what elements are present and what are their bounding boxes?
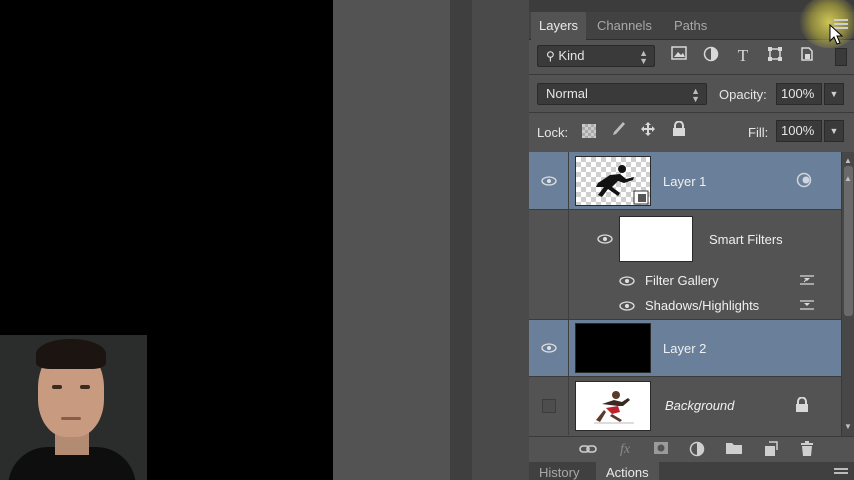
smart-filter-mask-thumbnail [619, 216, 693, 262]
layer-row-layer-1[interactable]: Layer 1 [529, 152, 841, 210]
layer-1-thumbnail [575, 156, 651, 206]
panel-dock-gutter [472, 0, 529, 480]
shape-filter-icon[interactable] [765, 46, 785, 66]
presenter-eye [52, 385, 62, 389]
visibility-column [529, 210, 569, 268]
visibility-column [529, 377, 569, 435]
filter-kind-select[interactable]: ⚲ Kind ▲ ▼ [537, 45, 655, 67]
layer-2-thumbnail [575, 323, 651, 373]
history-actions-tabs: History Actions [529, 462, 854, 480]
shadows-highlights-row[interactable]: Shadows/Highlights [529, 293, 841, 320]
workspace-edge [450, 0, 472, 480]
visibility-column [529, 268, 569, 293]
fill-dropdown[interactable]: ▼ [824, 120, 844, 142]
presenter-mouth [61, 417, 81, 420]
layers-panel: Layers Channels Paths ⚲ Kind ▲ ▼ T Norma… [529, 0, 854, 480]
lock-transparent-pixels-icon[interactable] [579, 121, 599, 141]
layer-2-name[interactable]: Layer 2 [663, 341, 706, 356]
visibility-eye-icon[interactable] [541, 343, 557, 353]
new-adjustment-layer-icon[interactable] [687, 441, 707, 459]
background-thumbnail [575, 381, 651, 431]
scroll-thumb[interactable] [844, 166, 853, 316]
presenter-hair [36, 339, 106, 369]
tab-history[interactable]: History [529, 462, 589, 480]
tab-paths[interactable]: Paths [666, 12, 715, 40]
blend-mode-value: Normal [546, 86, 588, 101]
chevron-down-icon: ▼ [691, 94, 700, 104]
lock-image-pixels-icon[interactable] [609, 121, 629, 141]
background-name[interactable]: Background [665, 398, 734, 413]
layers-bottom-toolbar: fx [529, 436, 854, 462]
lock-position-icon[interactable] [638, 121, 658, 141]
divider [529, 74, 854, 75]
visibility-column [529, 293, 569, 319]
smart-object-filter-icon[interactable] [797, 46, 817, 66]
workspace-area [333, 0, 450, 480]
layer-row-background[interactable]: Background [529, 377, 841, 435]
runner-photo-icon [594, 391, 634, 424]
filter-toggle-switch[interactable] [835, 48, 847, 66]
layer-1-name[interactable]: Layer 1 [663, 174, 706, 189]
lock-all-icon[interactable] [669, 120, 689, 141]
filter-kind-label: Kind [558, 48, 585, 63]
search-icon: ⚲ [546, 49, 555, 63]
filter-gallery-row[interactable]: Filter Gallery [529, 268, 841, 293]
new-group-folder-icon[interactable] [724, 441, 744, 459]
visibility-toggle-empty[interactable] [542, 399, 556, 413]
layer-row-layer-2[interactable]: Layer 2 [529, 320, 841, 377]
scroll-up-icon[interactable]: ▲ [844, 156, 852, 165]
layer-style-fx-icon[interactable]: fx [615, 441, 635, 459]
scroll-up-small-icon[interactable]: ▲ [844, 174, 852, 183]
opacity-label: Opacity: [719, 87, 767, 102]
mouse-cursor-icon [829, 24, 843, 45]
visibility-eye-icon[interactable] [597, 234, 613, 244]
visibility-eye-icon[interactable] [619, 276, 635, 286]
add-mask-icon[interactable] [651, 441, 671, 459]
smart-filters-row[interactable]: Smart Filters [529, 210, 841, 268]
shadows-highlights-name[interactable]: Shadows/Highlights [645, 298, 759, 313]
chevron-down-icon: ▼ [639, 56, 648, 66]
tab-channels[interactable]: Channels [589, 12, 660, 40]
type-filter-icon[interactable]: T [733, 46, 753, 66]
layers-list: Layer 1 Smart Filters Filter Gallery Sha… [529, 152, 841, 436]
scroll-down-icon[interactable]: ▼ [844, 422, 852, 431]
image-filter-icon[interactable] [669, 46, 689, 66]
lock-label: Lock: [537, 125, 569, 140]
fill-field[interactable]: 100% [776, 120, 822, 142]
new-layer-icon[interactable] [760, 441, 780, 459]
delete-layer-trash-icon[interactable] [797, 441, 817, 459]
divider [529, 112, 854, 113]
link-layers-icon[interactable] [578, 441, 598, 459]
bottom-panel-menu-icon[interactable] [834, 468, 848, 478]
presenter-webcam [0, 335, 147, 480]
blend-mode-select[interactable]: Normal ▲ ▼ [537, 83, 707, 105]
blending-options-icon[interactable] [799, 298, 815, 312]
runner-silhouette-icon [596, 165, 649, 205]
fill-label: Fill: [748, 125, 769, 140]
opacity-dropdown[interactable]: ▼ [824, 83, 844, 105]
tab-actions[interactable]: Actions [596, 462, 659, 480]
visibility-column [529, 152, 569, 209]
filter-gallery-name[interactable]: Filter Gallery [645, 273, 719, 288]
presenter-eye [80, 385, 90, 389]
opacity-field[interactable]: 100% [776, 83, 822, 105]
lock-icon [796, 397, 808, 412]
smart-filters-name: Smart Filters [709, 232, 783, 247]
smart-filter-indicator-icon[interactable] [795, 172, 813, 188]
visibility-column [529, 320, 569, 376]
tab-layers[interactable]: Layers [531, 12, 587, 40]
blending-options-icon[interactable] [799, 273, 815, 287]
visibility-eye-icon[interactable] [619, 301, 635, 311]
visibility-eye-icon[interactable] [541, 176, 557, 186]
layers-scrollbar[interactable]: ▲ ▲ ▼ [841, 152, 854, 436]
adjustment-filter-icon[interactable] [701, 46, 721, 66]
